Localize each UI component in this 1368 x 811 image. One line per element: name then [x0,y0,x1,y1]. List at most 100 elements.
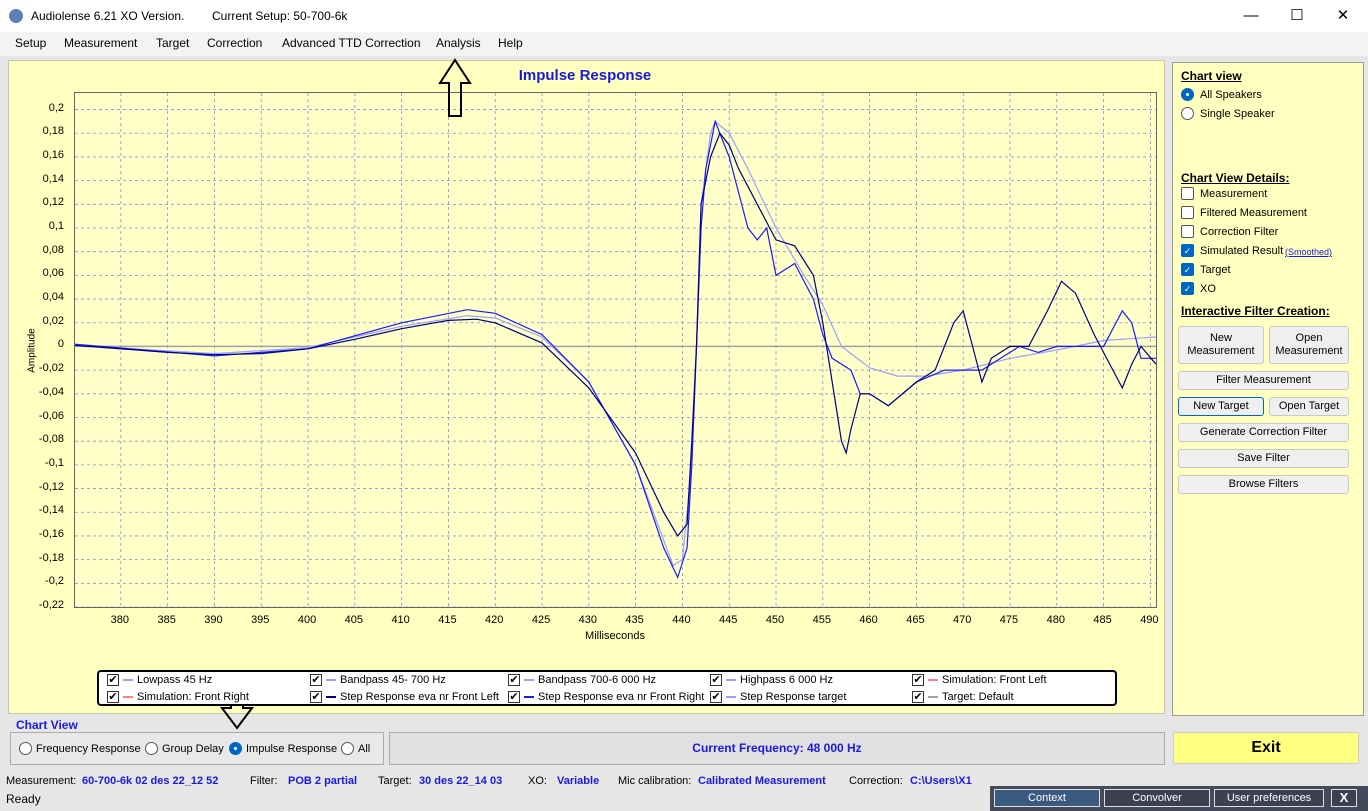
legend-swatch [326,679,336,681]
x-tick-label: 460 [859,614,878,626]
mode-radio-group-delay[interactable]: Group Delay [145,742,224,755]
chart-legend: ✔ Lowpass 45 Hz ✔ Bandpass 45- 700 Hz ✔ Bandp… [97,670,1117,706]
chart-view-mode-group: Frequency Response Group Delay Impulse Res… [10,732,384,765]
checkbox-target[interactable]: ✓ Target [1181,263,1231,276]
x-tick-label: 490 [1140,614,1159,626]
legend-item[interactable]: ✔ Step Response eva nr Front Right [508,691,704,703]
new-measurement-button[interactable]: New Measurement [1178,326,1264,364]
smoothed-link[interactable]: (Smoothed) [1285,247,1332,257]
series-line-step-response-target [74,120,1157,567]
mode-radio-all[interactable]: All [341,742,370,755]
legend-item[interactable]: ✔ Simulation: Front Right [107,691,249,703]
legend-checkbox[interactable]: ✔ [508,674,520,686]
context-button[interactable]: Context [994,789,1100,807]
browse-filters-button[interactable]: Browse Filters [1178,475,1349,494]
menu-setup[interactable]: Setup [15,36,46,50]
y-tick-label: -0,16 [38,527,64,540]
close-button[interactable]: ✕ [1320,0,1366,32]
status-target: 30 des 22_14 03 [419,775,503,787]
maximize-button[interactable]: ☐ [1274,0,1320,32]
series-line-step-response-eva-nr-front-left [74,132,1157,537]
checkbox-label: XO [1200,282,1216,295]
mode-radio-frequency-response[interactable]: Frequency Response [19,742,141,755]
legend-item[interactable]: ✔ Highpass 6 000 Hz [710,674,833,686]
radio-icon [341,742,354,755]
x-tick-label: 445 [719,614,738,626]
legend-item[interactable]: ✔ Bandpass 45- 700 Hz [310,674,446,686]
legend-checkbox[interactable]: ✔ [310,691,322,703]
checkbox-measurement[interactable]: Measurement [1181,187,1267,200]
chart-view-details-heading: Chart View Details: [1181,171,1290,185]
x-tick-label: 435 [625,614,644,626]
y-axis-label: Amplitude [26,328,38,373]
plot-area [74,92,1157,608]
chart-title: Impulse Response [518,67,652,84]
radio-icon [229,742,242,755]
right-panel: Chart view All Speakers Single Speaker C… [1172,62,1364,716]
generate-correction-filter-button[interactable]: Generate Correction Filter [1178,423,1349,442]
y-tick-label: -0,06 [38,409,64,422]
status-xo: Variable [557,775,600,787]
open-measurement-button[interactable]: Open Measurement [1269,326,1349,364]
checkbox-xo[interactable]: ✓ XO [1181,282,1216,295]
legend-item[interactable]: ✔ Simulation: Front Left [912,674,1047,686]
legend-checkbox[interactable]: ✔ [107,691,119,703]
legend-label: Highpass 6 000 Hz [740,674,833,686]
radio-single-speaker[interactable]: Single Speaker [1181,107,1275,120]
legend-label: Step Response target [740,691,847,703]
overlay-close-button[interactable]: X [1331,789,1357,807]
legend-checkbox[interactable]: ✔ [107,674,119,686]
legend-item[interactable]: ✔ Lowpass 45 Hz [107,674,212,686]
checkbox-icon: ✓ [1181,263,1194,276]
y-tick-label: 0,2 [48,101,64,114]
status-correction: C:\Users\X1 [910,775,972,787]
checkbox-label: Correction Filter [1200,225,1279,238]
save-filter-button[interactable]: Save Filter [1178,449,1349,468]
impulse-response-chart [74,93,1157,608]
y-tick-label: 0,14 [42,172,64,185]
mode-radio-impulse-response[interactable]: Impulse Response [229,742,337,755]
legend-checkbox[interactable]: ✔ [710,691,722,703]
status-filter: POB 2 partial [288,775,358,787]
checkbox-label: Measurement [1200,187,1268,200]
legend-checkbox[interactable]: ✔ [710,674,722,686]
exit-button[interactable]: Exit [1173,732,1359,764]
legend-item[interactable]: ✔ Step Response eva nr Front Left [310,691,499,703]
radio-label: Frequency Response [36,742,141,755]
menu-help[interactable]: Help [498,36,523,50]
new-target-button[interactable]: New Target [1178,397,1264,416]
menu-target[interactable]: Target [156,36,189,50]
checkbox-correction-filter[interactable]: Correction Filter [1181,225,1278,238]
app-title: Audiolense 6.21 XO Version. [31,9,185,23]
checkbox-icon [1181,187,1194,200]
menu-correction[interactable]: Correction [207,36,262,50]
x-tick-label: 450 [765,614,785,626]
legend-checkbox[interactable]: ✔ [310,674,322,686]
user-preferences-button[interactable]: User preferences [1214,789,1324,807]
open-target-button[interactable]: Open Target [1269,397,1349,416]
x-tick-label: 415 [438,614,457,626]
legend-item[interactable]: ✔ Bandpass 700-6 000 Hz [508,674,656,686]
legend-checkbox[interactable]: ✔ [912,674,924,686]
x-tick-label: 385 [157,614,176,626]
y-tick-label: 0,06 [42,267,64,280]
status-mic-label: Mic calibration: [618,775,692,787]
legend-label: Step Response eva nr Front Left [340,691,499,703]
legend-checkbox[interactable]: ✔ [508,691,520,703]
checkbox-simulated-result[interactable]: ✓ Simulated Result [1181,244,1283,257]
menu-analysis[interactable]: Analysis [436,36,481,50]
menu-measurement[interactable]: Measurement [64,36,137,50]
y-tick-label: 0,1 [48,220,64,232]
checkbox-filtered-measurement[interactable]: Filtered Measurement [1181,206,1307,219]
radio-all-speakers[interactable]: All Speakers [1181,88,1262,101]
convolver-button[interactable]: Convolver [1104,789,1210,807]
filter-measurement-button[interactable]: Filter Measurement [1178,371,1349,390]
legend-item[interactable]: ✔ Step Response target [710,691,846,703]
x-tick-label: 470 [953,614,972,626]
legend-checkbox[interactable]: ✔ [912,691,924,703]
minimize-button[interactable]: — [1228,0,1274,32]
x-tick-label: 390 [204,614,223,626]
legend-swatch [928,696,938,698]
menu-advanced-ttd-correction[interactable]: Advanced TTD Correction [282,36,421,50]
legend-item[interactable]: ✔ Target: Default [912,691,1014,703]
